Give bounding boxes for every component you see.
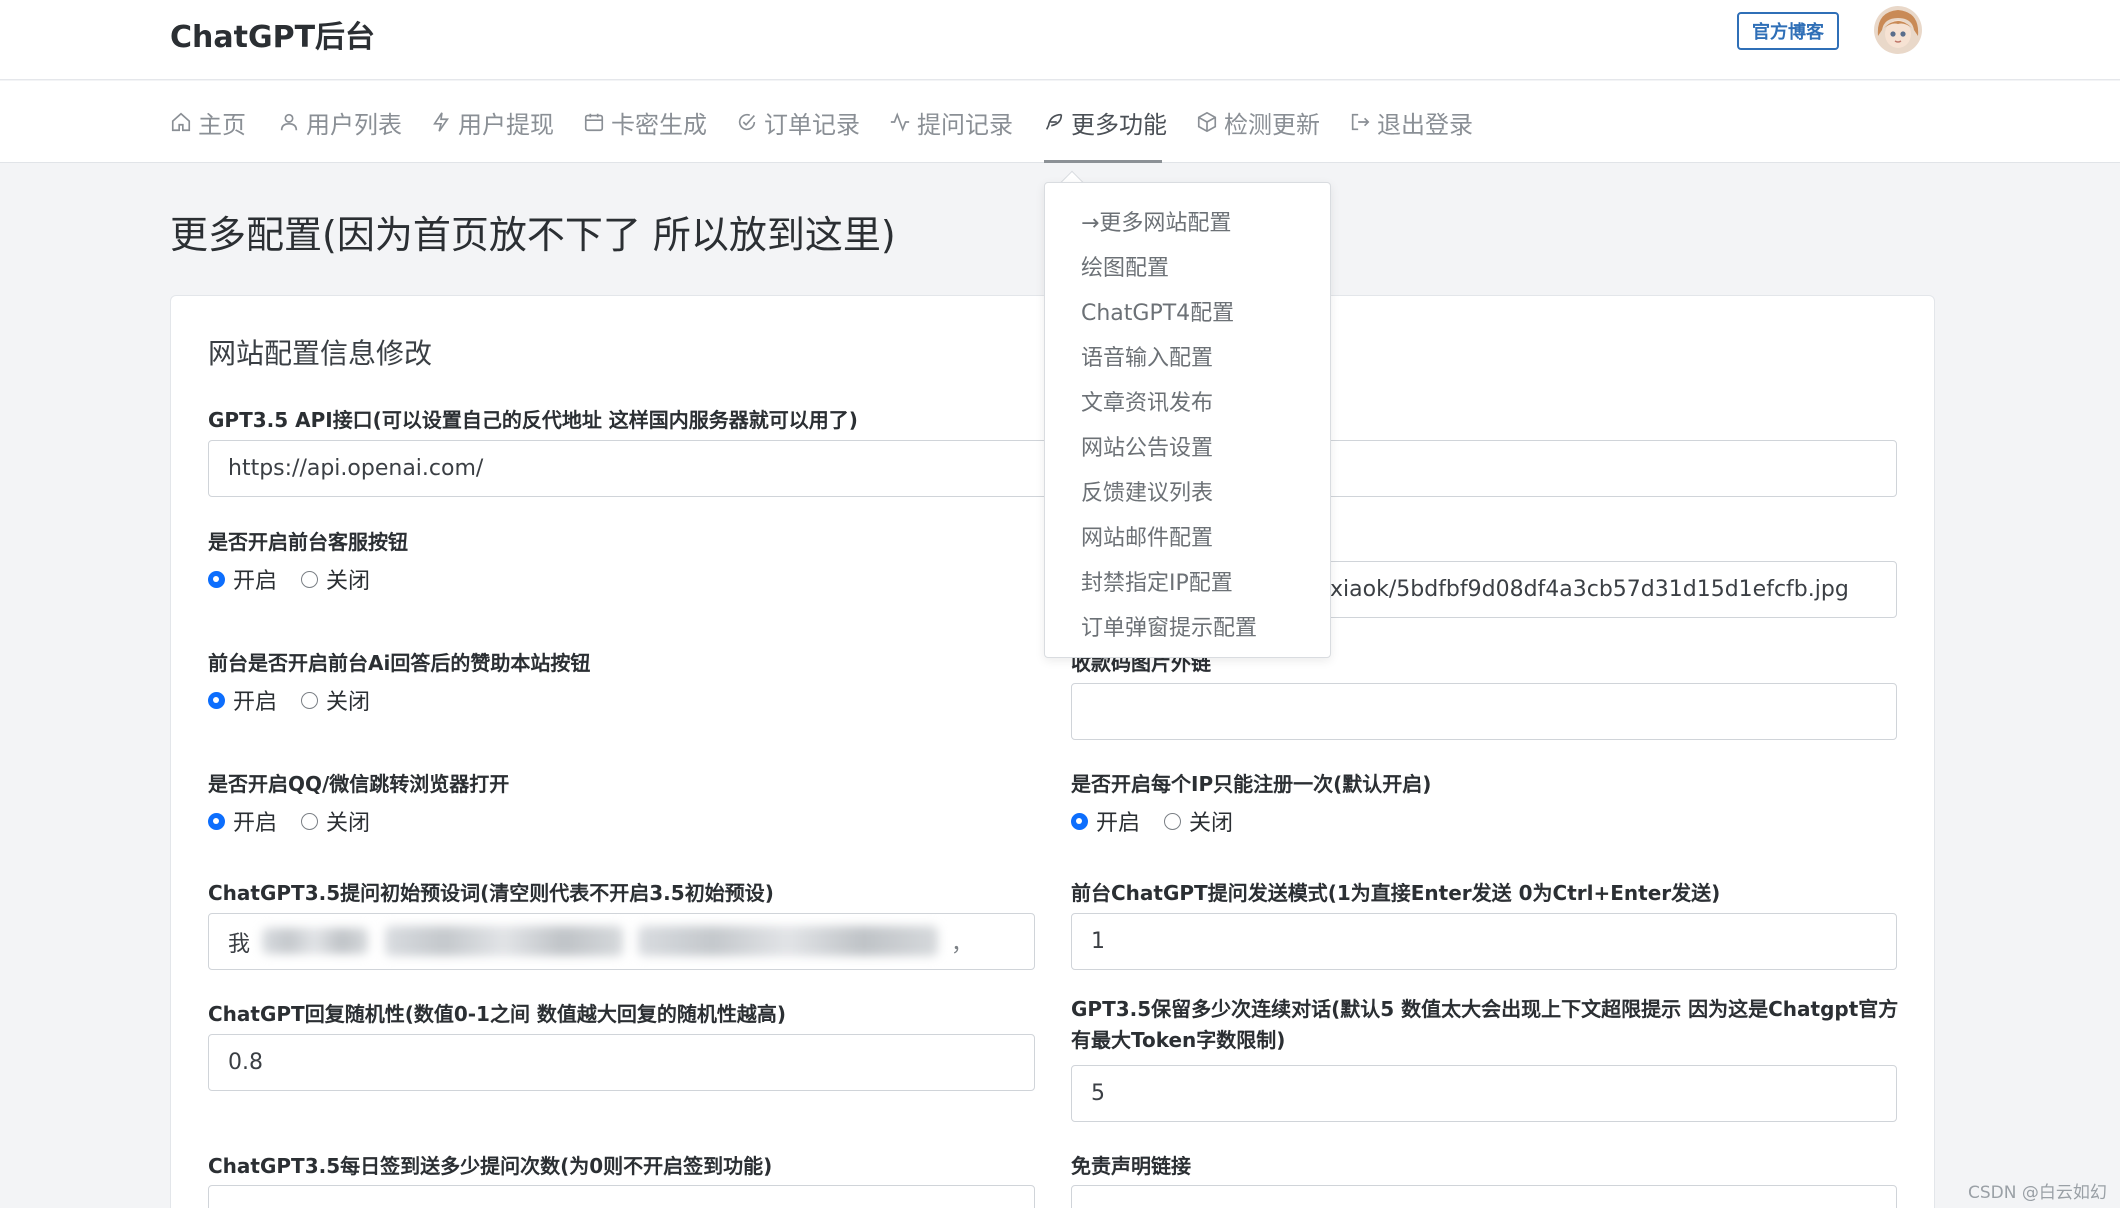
dropdown-item-drawing-config[interactable]: 绘图配置 (1081, 250, 1169, 282)
brand-title[interactable]: ChatGPT后台 (170, 12, 375, 56)
dropdown-item-voice-input-config[interactable]: 语音输入配置 (1081, 340, 1213, 372)
nav-item-more-features[interactable]: 更多功能 (1043, 103, 1167, 141)
radio-off[interactable] (301, 812, 319, 830)
avatar[interactable] (1874, 6, 1922, 54)
send-mode-input[interactable]: 1 (1071, 913, 1897, 970)
nav-label: 检测更新 (1224, 110, 1320, 139)
radio-off[interactable] (301, 570, 319, 588)
radio-off[interactable] (1164, 812, 1182, 830)
radio-off[interactable] (301, 691, 319, 709)
redacted-text-blur (638, 926, 938, 956)
dropdown-item-ip-ban-config[interactable]: 封禁指定IP配置 (1081, 565, 1233, 597)
nav-item-check-update[interactable]: 检测更新 (1196, 103, 1320, 141)
nav-label: 退出登录 (1377, 110, 1473, 139)
lightning-icon (430, 111, 452, 133)
activity-icon (889, 111, 911, 133)
disclaimer-link-input[interactable] (1071, 1185, 1897, 1208)
nav-label: 卡密生成 (611, 110, 707, 139)
calendar-icon (583, 111, 605, 133)
ip-once-label: 是否开启每个IP只能注册一次(默认开启) (1071, 772, 1432, 796)
active-nav-underline (1044, 160, 1162, 163)
nav-label: 用户提现 (458, 110, 554, 139)
page-title: 更多配置(因为首页放不下了 所以放到这里) (170, 213, 896, 257)
preset-prompt-text: 我 (228, 931, 251, 957)
dropdown-item-feedback-list[interactable]: 反馈建议列表 (1081, 475, 1213, 507)
feather-icon (1043, 111, 1065, 133)
dropdown-item-order-popup-config[interactable]: 订单弹窗提示配置 (1081, 610, 1257, 642)
context-rounds-label: GPT3.5保留多少次连续对话(默认5 数值太大会出现上下文超限提示 因为这是C… (1071, 997, 1899, 1052)
nav-label: 更多功能 (1071, 110, 1167, 139)
dropdown-item-article-publish[interactable]: 文章资讯发布 (1081, 385, 1213, 417)
checkin-reward-label: ChatGPT3.5每日签到送多少提问次数(为0则不开启签到功能) (208, 1154, 773, 1178)
randomness-input[interactable]: 0.8 (208, 1034, 1035, 1091)
dropdown-item-site-announcement[interactable]: 网站公告设置 (1081, 430, 1213, 462)
user-icon (278, 111, 300, 133)
randomness-label: ChatGPT回复随机性(数值0-1之间 数值越大回复的随机性越高) (208, 1002, 787, 1026)
nav-item-user-list[interactable]: 用户列表 (278, 103, 402, 141)
nav-label: 主页 (198, 110, 246, 139)
sponsor-button-label: 前台是否开启前台Ai回答后的赞助本站按钮 (208, 651, 591, 675)
sponsor-button-radio-group: 开启 关闭 (208, 684, 394, 716)
context-rounds-input[interactable]: 5 (1071, 1065, 1897, 1122)
preset-prompt-tail: ， (951, 931, 974, 957)
redacted-text-blur (262, 928, 368, 954)
disclaimer-link-label: 免责声明链接 (1071, 1154, 1191, 1178)
checkin-reward-input[interactable] (208, 1185, 1035, 1208)
card-title: 网站配置信息修改 (208, 337, 433, 370)
dropdown-item-more-site-config[interactable]: →更多网站配置 (1081, 205, 1231, 237)
dropdown-item-chatgpt4-config[interactable]: ChatGPT4配置 (1081, 295, 1234, 327)
send-mode-label: 前台ChatGPT提问发送模式(1为直接Enter发送 0为Ctrl+Enter… (1071, 881, 1721, 905)
redacted-text-blur (385, 926, 623, 956)
ip-once-radio-group: 开启 关闭 (1071, 805, 1257, 837)
official-blog-button[interactable]: 官方博客 (1737, 12, 1839, 50)
nav-label: 订单记录 (764, 110, 860, 139)
nav-item-home[interactable]: 主页 (170, 103, 246, 141)
qrcode-link-input[interactable] (1071, 683, 1897, 740)
box-icon (1196, 111, 1218, 133)
qq-wechat-radio-group: 开启 关闭 (208, 805, 394, 837)
radio-on[interactable] (208, 812, 225, 830)
preset-prompt-label: ChatGPT3.5提问初始预设词(清空则代表不开启3.5初始预设) (208, 881, 774, 905)
home-icon (170, 111, 192, 133)
nav-item-logout[interactable]: 退出登录 (1349, 103, 1473, 141)
main-navbar: 主页 用户列表 用户提现 卡密生成 订单记录 提问记录 更多功能 检测更新 退出… (0, 81, 2120, 163)
nav-label: 提问记录 (917, 110, 1013, 139)
nav-item-questions[interactable]: 提问记录 (889, 103, 1013, 141)
api-endpoint-label: GPT3.5 API接口(可以设置自己的反代地址 这样国内服务器就可以用了) (208, 408, 858, 432)
dropdown-item-site-email-config[interactable]: 网站邮件配置 (1081, 520, 1213, 552)
nav-item-card-generate[interactable]: 卡密生成 (583, 103, 707, 141)
nav-label: 用户列表 (306, 110, 402, 139)
radio-on[interactable] (208, 691, 225, 709)
qq-wechat-browser-label: 是否开启QQ/微信跳转浏览器打开 (208, 772, 510, 796)
csdn-watermark: CSDN @白云如幻 (1968, 1183, 2107, 1203)
check-circle-icon (736, 111, 758, 133)
service-button-label: 是否开启前台客服按钮 (208, 530, 408, 554)
top-header: ChatGPT后台 官方博客 (0, 0, 2120, 80)
radio-on[interactable] (1071, 812, 1088, 830)
logout-icon (1349, 111, 1371, 133)
nav-item-orders[interactable]: 订单记录 (736, 103, 860, 141)
radio-on[interactable] (208, 570, 225, 588)
nav-item-withdraw[interactable]: 用户提现 (430, 103, 554, 141)
service-button-radio-group: 开启 关闭 (208, 563, 394, 595)
